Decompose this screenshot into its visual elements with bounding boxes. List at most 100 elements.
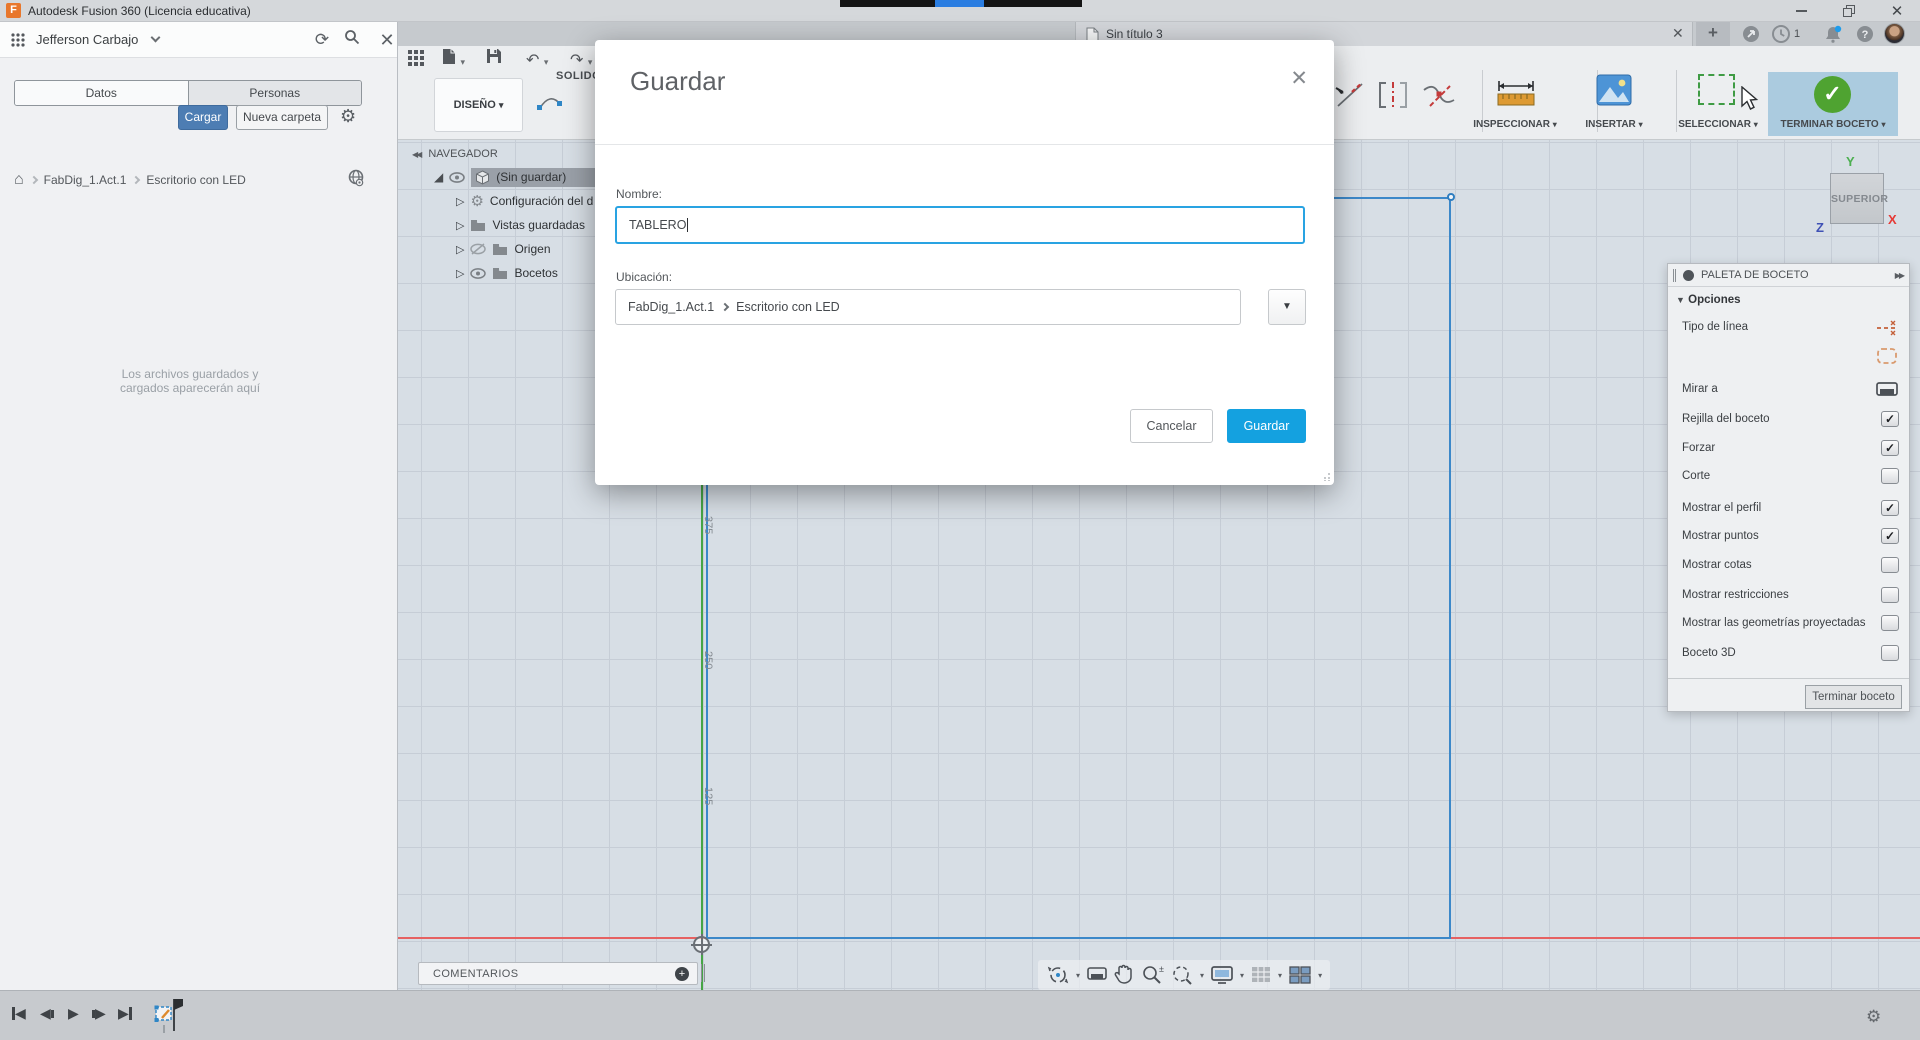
view-cube[interactable]: SUPERIOR <box>1830 173 1888 224</box>
user-menu-chevron-icon[interactable] <box>150 32 161 43</box>
collapsed-triangle-icon[interactable]: ▷ <box>456 267 464 280</box>
add-comment-icon[interactable]: + <box>675 967 689 981</box>
finish-sketch-button[interactable]: Terminar boceto <box>1805 685 1902 709</box>
arc-tool-icon[interactable] <box>536 90 564 114</box>
breadcrumb-item[interactable]: Escritorio con LED <box>146 173 245 187</box>
name-input[interactable]: TABLERO <box>615 206 1305 244</box>
toolbar-group-insertar[interactable]: INSERTAR ▾ <box>1583 119 1645 130</box>
home-icon[interactable]: ⌂ <box>14 171 24 189</box>
look-at-icon[interactable] <box>1086 965 1108 985</box>
toolbar-group-terminar-boceto[interactable]: TERMINAR BOCETO ▾ <box>1770 119 1896 130</box>
user-name[interactable]: Jefferson Carbajo <box>36 32 138 47</box>
display-chevron-icon[interactable]: ▾ <box>1240 971 1244 980</box>
checkbox-geometrias[interactable]: ✓ <box>1881 615 1899 631</box>
comments-bar[interactable]: COMENTARIOS + <box>418 962 698 985</box>
look-at-icon[interactable] <box>1875 380 1899 400</box>
pan-hand-icon[interactable] <box>1114 964 1134 986</box>
extensions-icon[interactable] <box>1740 24 1762 44</box>
panel-settings-gear-icon[interactable]: ⚙ <box>340 106 356 127</box>
timeline-settings-gear-icon[interactable]: ⚙ <box>1866 1007 1881 1027</box>
tab-datos[interactable]: Datos <box>15 81 188 105</box>
comments-resize-grip[interactable] <box>701 964 705 982</box>
refresh-icon[interactable]: ⟳ <box>311 29 333 51</box>
select-tool-icon[interactable] <box>1698 74 1735 105</box>
checkbox-cotas[interactable]: ✓ <box>1881 557 1899 573</box>
search-icon[interactable] <box>344 29 366 51</box>
help-icon[interactable]: ? <box>1854 24 1876 44</box>
save-button[interactable] <box>486 48 502 64</box>
fit-chevron-icon[interactable]: ▾ <box>1200 971 1204 980</box>
toolbar-group-seleccionar[interactable]: SELECCIONAR ▾ <box>1676 119 1760 130</box>
skip-to-start-button[interactable]: ◀ <box>12 1005 26 1022</box>
eye-visible-icon[interactable] <box>470 267 487 279</box>
location-input[interactable]: FabDig_1.Act.1 Escritorio con LED <box>615 289 1241 325</box>
orbit-chevron-icon[interactable]: ▾ <box>1076 971 1080 980</box>
collapsed-triangle-icon[interactable]: ▷ <box>456 219 464 232</box>
collapse-panel-icon[interactable]: ◀◀ <box>412 150 422 159</box>
data-panel-toggle-grid-icon[interactable] <box>408 50 424 66</box>
step-back-button[interactable]: ◀ <box>40 1005 54 1022</box>
minimize-button[interactable] <box>1784 0 1818 21</box>
fit-view-icon[interactable] <box>1170 964 1194 986</box>
break-tool-icon[interactable] <box>1422 80 1456 112</box>
upload-button[interactable]: Cargar <box>178 105 228 130</box>
palette-section-opciones[interactable]: ▼ Opciones <box>1676 294 1741 306</box>
inspect-measure-icon[interactable] <box>1496 78 1536 108</box>
new-tab-button[interactable]: + <box>1696 22 1730 46</box>
job-status-clock-icon[interactable] <box>1770 24 1792 44</box>
timeline-sketch-marker[interactable] <box>150 997 190 1037</box>
zoom-icon[interactable]: ± <box>1140 964 1164 986</box>
collapsed-triangle-icon[interactable]: ▷ <box>456 243 464 256</box>
selected-item-highlight[interactable]: (Sin guardar) <box>471 167 601 187</box>
finish-sketch-check-icon[interactable]: ✓ <box>1814 76 1851 113</box>
sketch-vertex-point[interactable] <box>1447 193 1455 201</box>
checkbox-puntos[interactable]: ✓ <box>1881 528 1899 544</box>
app-grid-icon[interactable] <box>11 33 25 47</box>
file-menu-button[interactable]: ▾ <box>442 48 465 70</box>
grid-chevron-icon[interactable]: ▾ <box>1278 971 1282 980</box>
maximize-button[interactable] <box>1832 0 1866 21</box>
location-dropdown-button[interactable]: ▼ <box>1268 289 1306 325</box>
skip-to-end-button[interactable]: ▶ <box>118 1005 132 1022</box>
display-settings-icon[interactable] <box>1210 965 1234 985</box>
close-panel-icon[interactable]: ✕ <box>376 29 398 51</box>
viewports-icon[interactable] <box>1288 965 1312 985</box>
checkbox-rejilla[interactable]: ✓ <box>1881 411 1899 427</box>
new-folder-button[interactable]: Nueva carpeta <box>236 105 328 130</box>
insert-image-icon[interactable] <box>1596 74 1632 106</box>
grid-settings-icon[interactable] <box>1250 965 1272 985</box>
construction-rect-icon[interactable] <box>1875 346 1899 366</box>
viewports-chevron-icon[interactable]: ▾ <box>1318 971 1322 980</box>
checkbox-forzar[interactable]: ✓ <box>1881 440 1899 456</box>
checkbox-restricciones[interactable]: ✓ <box>1881 587 1899 603</box>
mirror-tool-icon[interactable] <box>1376 80 1410 110</box>
eye-hidden-icon[interactable] <box>470 243 487 255</box>
construction-line-icon[interactable] <box>1875 318 1899 338</box>
dialog-resize-grip[interactable] <box>1322 473 1330 481</box>
toolbar-group-inspeccionar[interactable]: INSPECCIONAR ▾ <box>1470 119 1560 130</box>
eye-visible-icon[interactable] <box>449 171 466 183</box>
save-button[interactable]: Guardar <box>1227 409 1306 443</box>
sketch-palette-header[interactable]: PALETA DE BOCETO ▶▶ <box>1668 264 1909 287</box>
step-forward-button[interactable]: ▶ <box>92 1005 106 1022</box>
dialog-close-icon[interactable]: ✕ <box>1290 66 1308 91</box>
design-workspace-dropdown[interactable]: DISEÑO ▾ <box>434 78 523 132</box>
palette-drag-grip[interactable] <box>1673 268 1676 282</box>
expand-panel-icon[interactable]: ▶▶ <box>1895 271 1905 280</box>
user-avatar[interactable] <box>1884 23 1905 44</box>
web-link-globe-icon[interactable] <box>346 168 366 188</box>
checkbox-perfil[interactable]: ✓ <box>1881 500 1899 516</box>
close-tab-icon[interactable]: ✕ <box>1672 25 1684 42</box>
trim-tool-icon[interactable] <box>1334 80 1366 110</box>
collapsed-triangle-icon[interactable]: ▷ <box>456 195 464 208</box>
cancel-button[interactable]: Cancelar <box>1130 409 1213 443</box>
checkbox-boceto3d[interactable]: ✓ <box>1881 645 1899 661</box>
breadcrumb-project[interactable]: FabDig_1.Act.1 <box>44 173 127 187</box>
tab-personas[interactable]: Personas <box>187 81 361 105</box>
sketch-origin-point[interactable] <box>691 934 712 955</box>
notifications-bell-icon[interactable] <box>1822 24 1844 44</box>
play-button[interactable]: ▶ <box>68 1005 79 1022</box>
orbit-icon[interactable] <box>1046 964 1070 986</box>
redo-button[interactable]: ↷ ▾ <box>570 50 592 70</box>
close-window-button[interactable]: ✕ <box>1880 0 1914 21</box>
